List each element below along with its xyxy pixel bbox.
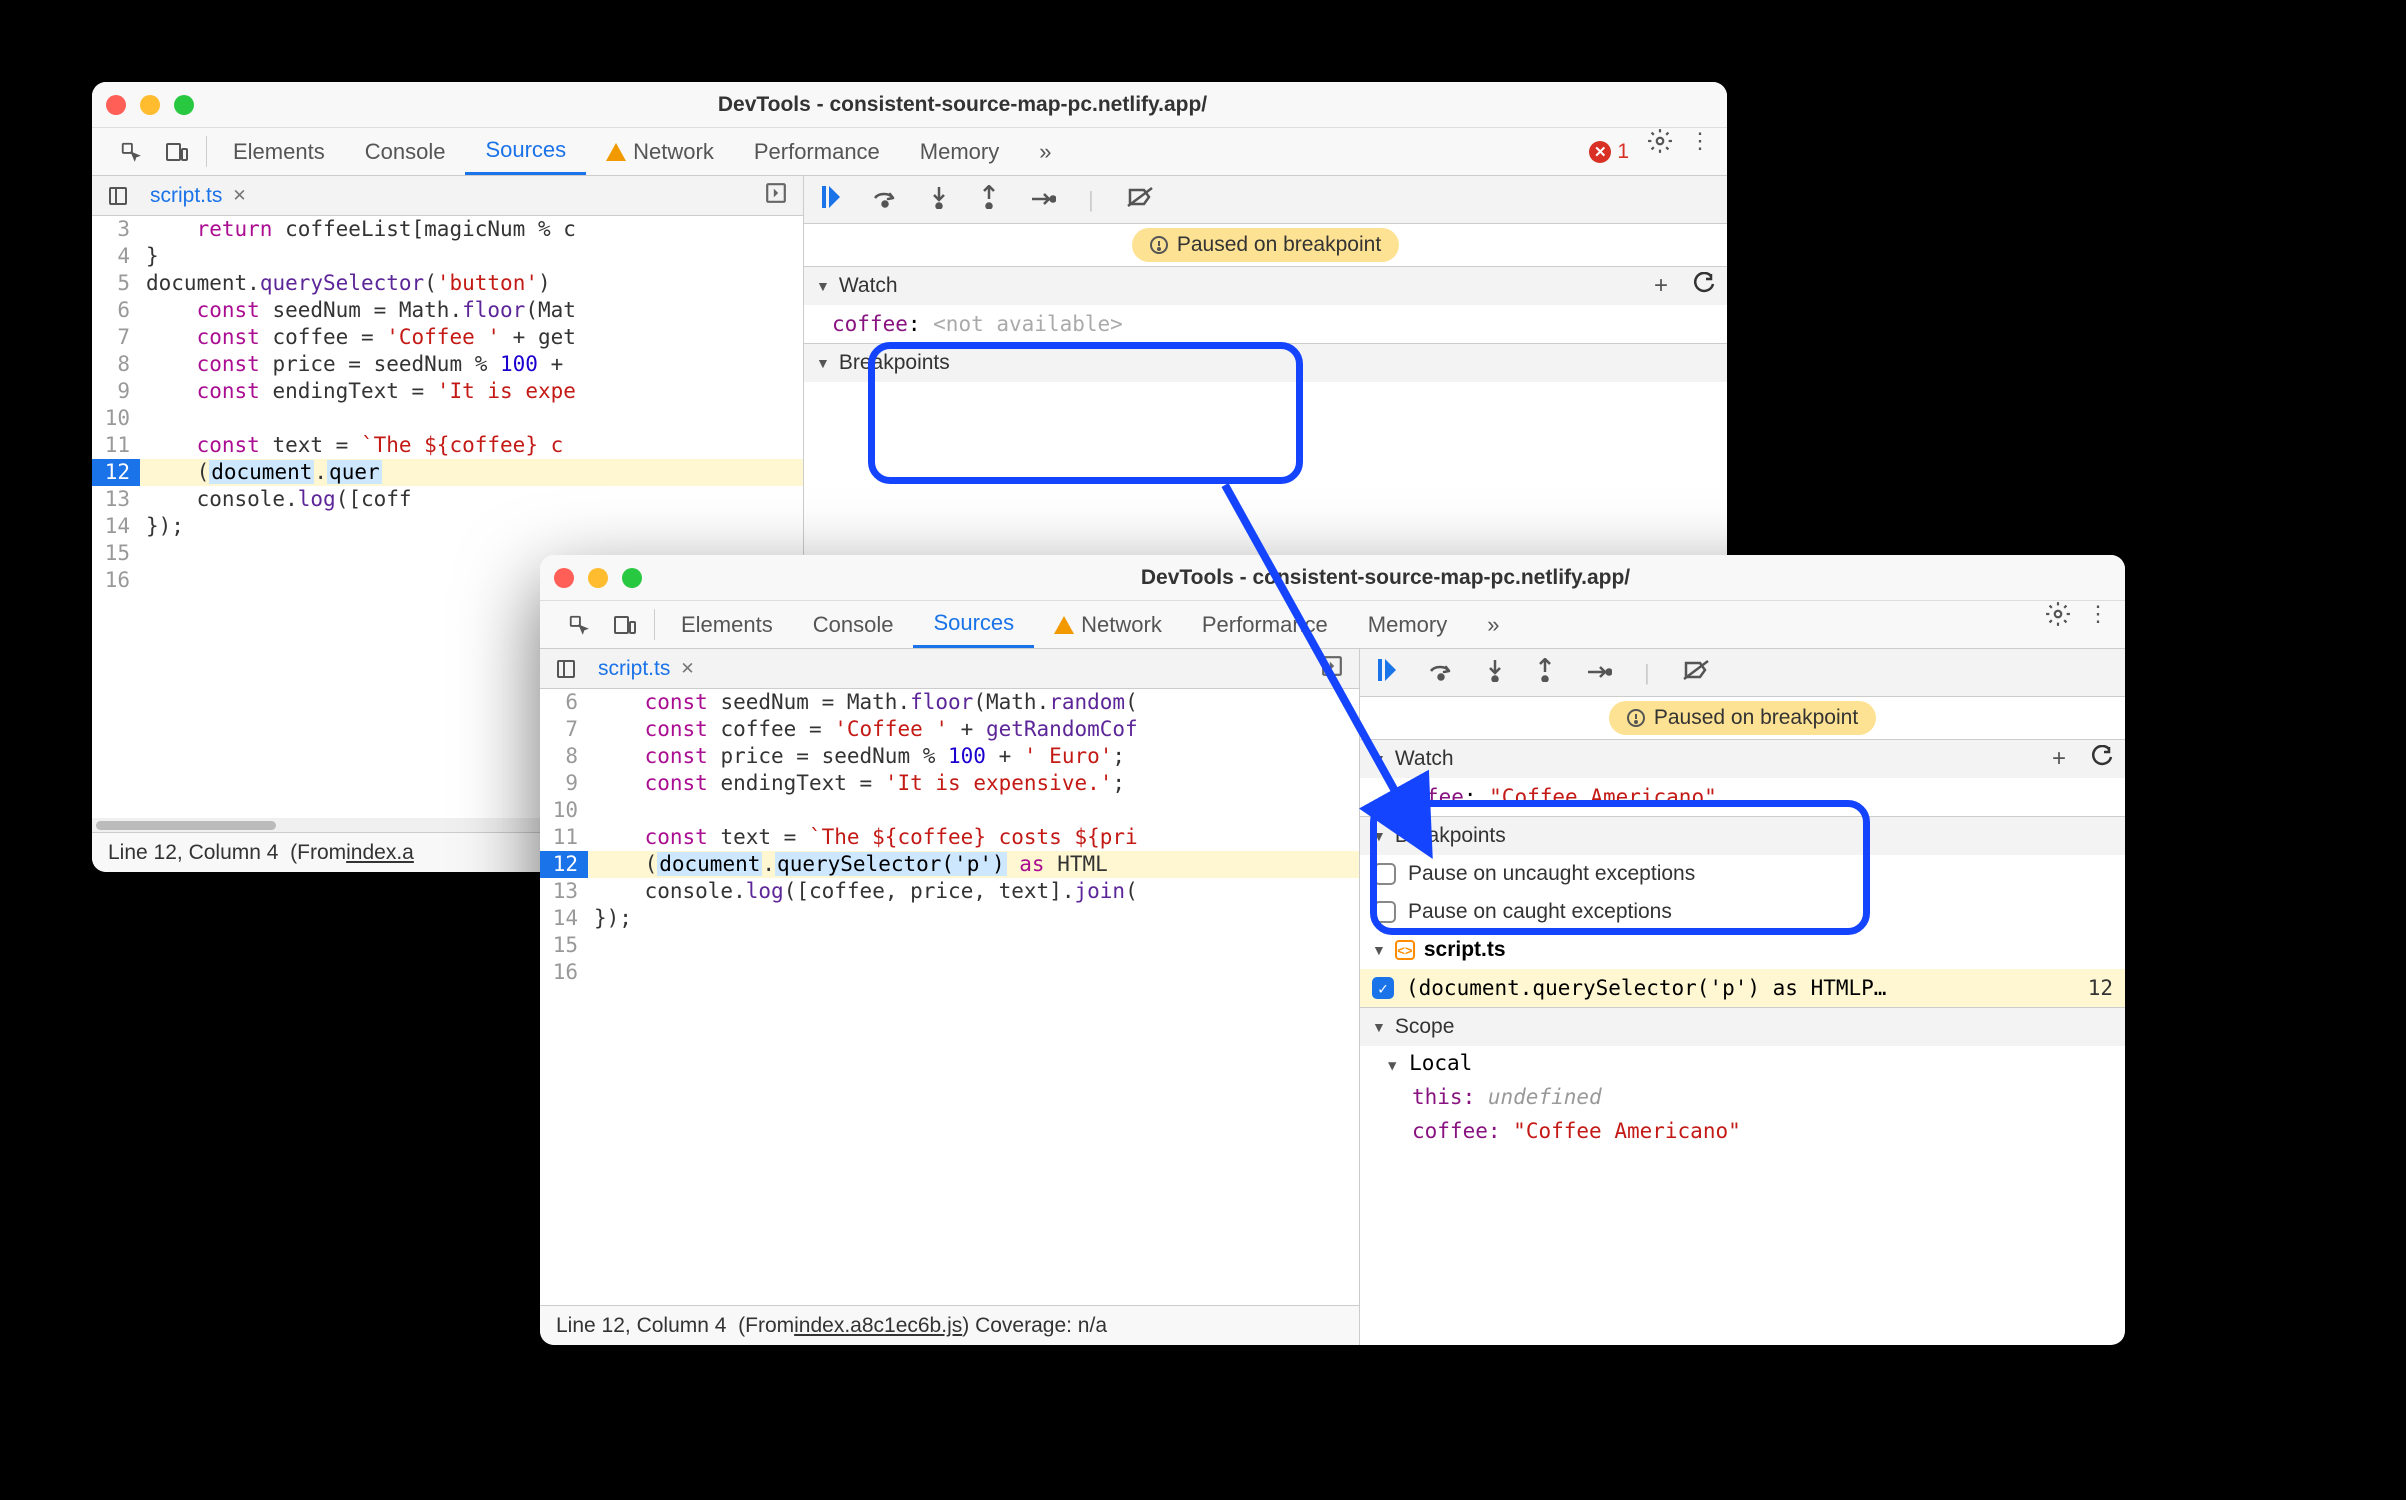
pretty-print-icon[interactable] <box>765 182 787 210</box>
refresh-watch-icon[interactable] <box>2091 745 2113 773</box>
device-icon[interactable] <box>154 128 200 175</box>
device-icon[interactable] <box>602 601 648 648</box>
source-link[interactable]: index.a8c1ec6b.js <box>794 1314 962 1338</box>
scope-header[interactable]: ▼Scope <box>1360 1008 2125 1046</box>
status-bar: Line 12, Column 4 (From index.a8c1ec6b.j… <box>540 1305 1359 1345</box>
kebab-menu-icon[interactable]: ⋮ <box>2087 601 2109 648</box>
tab-elements[interactable]: Elements <box>661 601 793 648</box>
bp-checkbox[interactable]: ✓ <box>1372 977 1394 999</box>
warning-icon <box>1054 616 1074 634</box>
paused-badge: Paused on breakpoint <box>1609 701 1876 735</box>
watch-header[interactable]: ▼Watch+ <box>804 267 1727 305</box>
window-title: DevTools - consistent-source-map-pc.netl… <box>660 566 2111 590</box>
pause-uncaught-checkbox[interactable]: Pause on uncaught exceptions <box>1360 855 2125 893</box>
refresh-watch-icon[interactable] <box>1693 272 1715 300</box>
pretty-print-icon[interactable] <box>1321 655 1343 683</box>
add-watch-icon[interactable]: + <box>1654 272 1668 300</box>
close-button[interactable] <box>554 568 574 588</box>
source-link[interactable]: index.a <box>346 841 414 865</box>
maximize-button[interactable] <box>622 568 642 588</box>
settings-icon[interactable] <box>2045 601 2071 648</box>
scope-local[interactable]: ▼ Local <box>1360 1046 2125 1080</box>
tab-console[interactable]: Console <box>345 128 466 175</box>
breakpoint-row[interactable]: ✓(document.querySelector('p') as HTMLP…1… <box>1360 969 2125 1007</box>
kebab-menu-icon[interactable]: ⋮ <box>1689 128 1711 175</box>
pause-caught-checkbox[interactable]: Pause on caught exceptions <box>1360 893 2125 931</box>
watch-expression[interactable]: coffee: "Coffee Americano" <box>1360 778 2125 816</box>
step-out-icon[interactable] <box>980 185 998 215</box>
titlebar: DevTools - consistent-source-map-pc.netl… <box>92 82 1727 128</box>
deactivate-bp-icon[interactable] <box>1126 186 1154 214</box>
step-into-icon[interactable] <box>930 185 948 215</box>
debug-toolbar: | <box>1360 649 2125 697</box>
tab-elements[interactable]: Elements <box>213 128 345 175</box>
tab-sources[interactable]: Sources <box>913 601 1034 648</box>
watch-expression[interactable]: coffee: <not available> <box>804 305 1727 343</box>
step-into-icon[interactable] <box>1486 658 1504 688</box>
step-out-icon[interactable] <box>1536 658 1554 688</box>
tab-performance[interactable]: Performance <box>1182 601 1348 648</box>
tab-console[interactable]: Console <box>793 601 914 648</box>
warning-icon <box>606 143 626 161</box>
watch-header[interactable]: ▼Watch+ <box>1360 740 2125 778</box>
resume-icon[interactable] <box>822 186 840 214</box>
tab-performance[interactable]: Performance <box>734 128 900 175</box>
tab-more[interactable]: » <box>1019 128 1071 175</box>
file-tab-script[interactable]: script.ts✕ <box>584 649 709 688</box>
tab-network[interactable]: Network <box>586 128 734 175</box>
inspect-icon[interactable] <box>108 128 154 175</box>
navigator-icon[interactable] <box>100 186 136 206</box>
navigator-icon[interactable] <box>548 659 584 679</box>
file-tabs: script.ts✕ <box>540 649 1359 689</box>
inspect-icon[interactable] <box>556 601 602 648</box>
tab-memory[interactable]: Memory <box>1348 601 1467 648</box>
panel-tabs: Elements Console Sources Network Perform… <box>92 128 1727 176</box>
close-button[interactable] <box>106 95 126 115</box>
code-editor[interactable]: 6 const seedNum = Math.floor(Math.random… <box>540 689 1359 1305</box>
close-tab-icon[interactable]: ✕ <box>680 659 694 679</box>
titlebar: DevTools - consistent-source-map-pc.netl… <box>540 555 2125 601</box>
error-icon: ✕ <box>1589 141 1611 163</box>
step-over-icon[interactable] <box>872 186 898 214</box>
paused-badge: Paused on breakpoint <box>1132 228 1399 262</box>
resume-icon[interactable] <box>1378 659 1396 687</box>
deactivate-bp-icon[interactable] <box>1682 659 1710 687</box>
tab-more[interactable]: » <box>1467 601 1519 648</box>
tab-sources[interactable]: Sources <box>465 128 586 175</box>
debugger-pane: | Paused on breakpoint ▼Watch+ coffee: "… <box>1360 649 2125 1345</box>
close-tab-icon[interactable]: ✕ <box>232 186 246 206</box>
minimize-button[interactable] <box>588 568 608 588</box>
maximize-button[interactable] <box>174 95 194 115</box>
step-icon[interactable] <box>1030 187 1056 213</box>
window-title: DevTools - consistent-source-map-pc.netl… <box>212 93 1713 117</box>
file-tab-script[interactable]: script.ts✕ <box>136 176 261 215</box>
step-over-icon[interactable] <box>1428 659 1454 687</box>
breakpoints-header[interactable]: ▼Breakpoints <box>804 344 1727 382</box>
devtools-window-2: DevTools - consistent-source-map-pc.netl… <box>540 555 2125 1345</box>
file-icon: <> <box>1395 940 1415 960</box>
file-tabs: script.ts✕ <box>92 176 803 216</box>
error-badge[interactable]: ✕1 <box>1589 128 1629 175</box>
breakpoints-header[interactable]: ▼Breakpoints <box>1360 817 2125 855</box>
panel-tabs: Elements Console Sources Network Perform… <box>540 601 2125 649</box>
step-icon[interactable] <box>1586 660 1612 686</box>
settings-icon[interactable] <box>1647 128 1673 175</box>
debug-toolbar: | <box>804 176 1727 224</box>
tab-network[interactable]: Network <box>1034 601 1182 648</box>
tab-memory[interactable]: Memory <box>900 128 1019 175</box>
scope-coffee: coffee: "Coffee Americano" <box>1360 1114 2125 1148</box>
minimize-button[interactable] <box>140 95 160 115</box>
scope-this: this: undefined <box>1360 1080 2125 1114</box>
add-watch-icon[interactable]: + <box>2052 745 2066 773</box>
bp-file[interactable]: ▼<>script.ts <box>1360 931 2125 969</box>
